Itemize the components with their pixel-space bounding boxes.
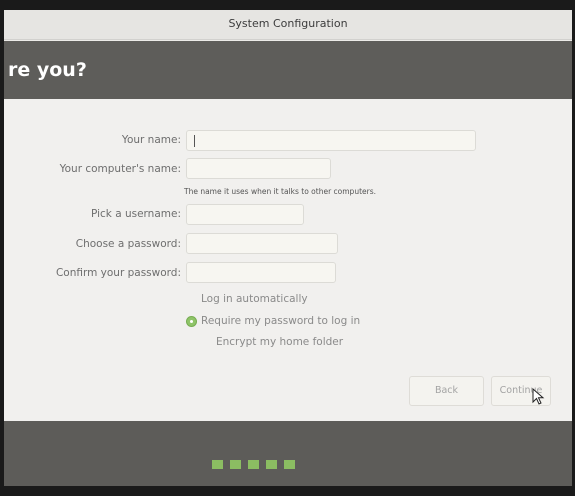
back-button[interactable]: Back — [409, 376, 484, 406]
require-password-option[interactable]: Require my password to log in — [201, 315, 360, 327]
username-field[interactable] — [186, 204, 304, 225]
progress-step — [266, 460, 277, 469]
computer-name-label: Your computer's name: — [59, 163, 181, 175]
installer-window: System Configuration re you? Your name: … — [4, 10, 572, 486]
title-bar: System Configuration — [4, 10, 572, 40]
progress-step — [230, 460, 241, 469]
your-name-label: Your name: — [121, 134, 181, 146]
confirm-password-label: Confirm your password: — [55, 267, 181, 279]
encrypt-home-option[interactable]: Encrypt my home folder — [216, 336, 343, 348]
progress-footer — [4, 421, 572, 486]
your-name-field[interactable] — [186, 130, 476, 151]
username-label: Pick a username: — [90, 208, 181, 220]
confirm-password-field[interactable] — [186, 262, 336, 283]
radio-selected-icon[interactable] — [186, 316, 197, 327]
text-caret — [194, 135, 195, 147]
progress-indicator — [212, 460, 295, 469]
progress-step — [284, 460, 295, 469]
progress-step — [212, 460, 223, 469]
password-field[interactable] — [186, 233, 338, 254]
window-title: System Configuration — [228, 17, 348, 30]
computer-name-field[interactable] — [186, 158, 331, 179]
page-header: re you? — [4, 41, 572, 99]
progress-step — [248, 460, 259, 469]
form-area: Your name: Your computer's name: The nam… — [4, 99, 572, 421]
password-label: Choose a password: — [75, 238, 181, 250]
computer-name-hint: The name it uses when it talks to other … — [184, 187, 377, 196]
mouse-pointer-icon — [532, 388, 545, 405]
auto-login-option[interactable]: Log in automatically — [201, 293, 308, 305]
page-title: re you? — [8, 59, 87, 81]
